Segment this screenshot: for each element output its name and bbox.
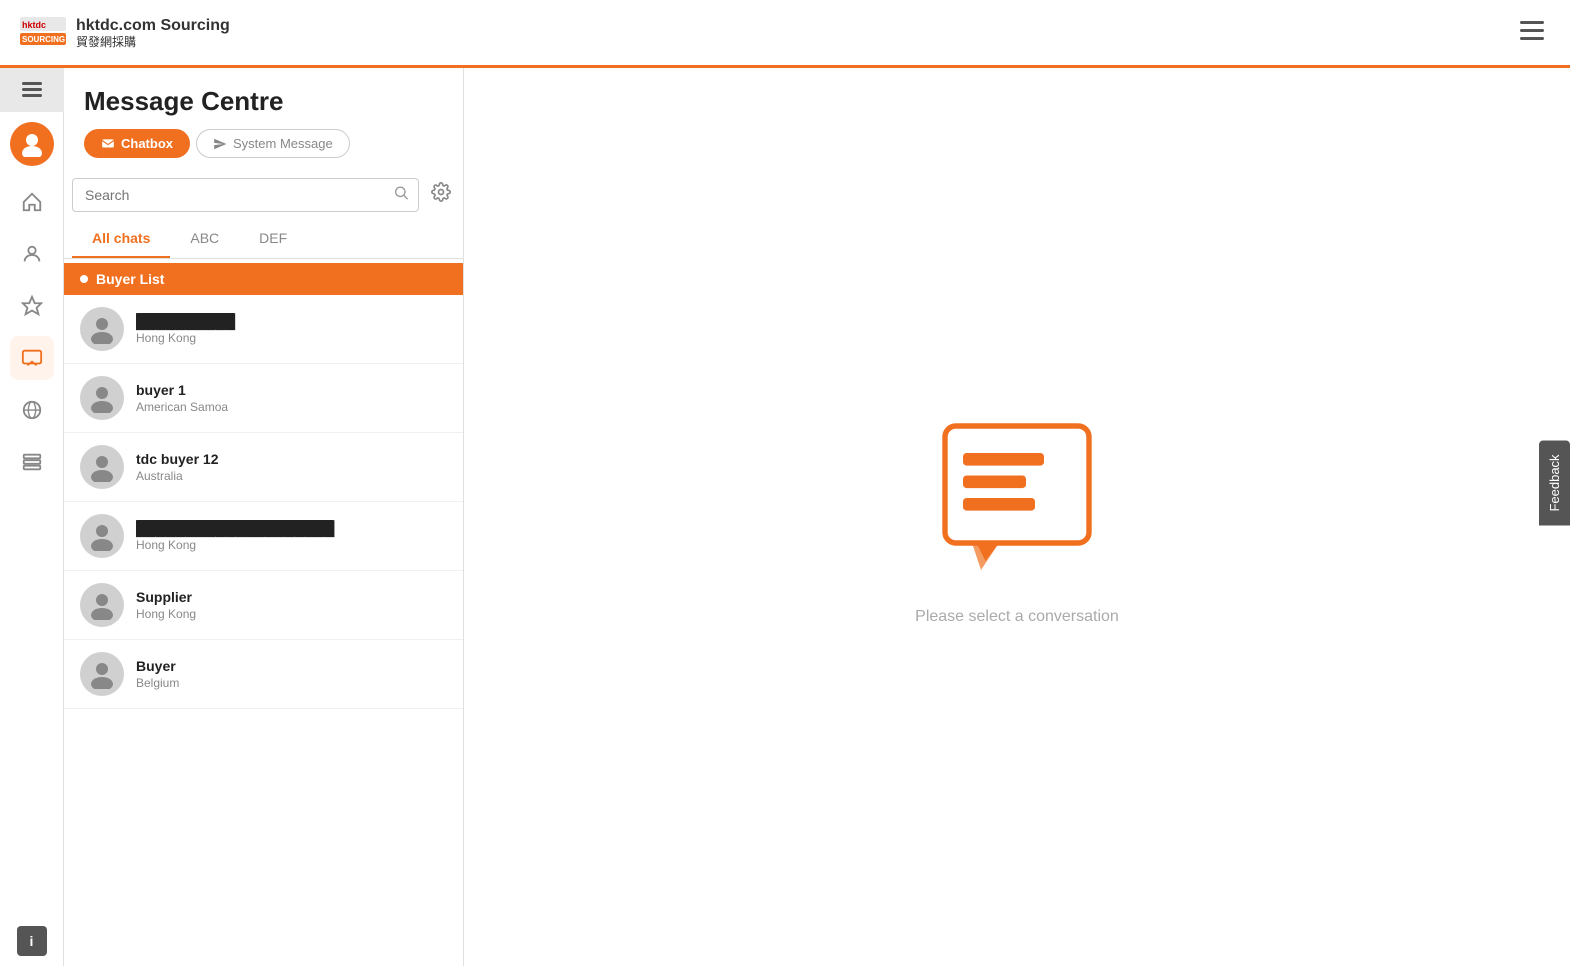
chat-info: Supplier Hong Kong: [136, 589, 447, 621]
logo-icon: hktdc SOURCING: [20, 17, 66, 47]
tab-buttons: Chatbox System Message: [84, 129, 443, 158]
chat-avatar: [80, 376, 124, 420]
chat-name: Buyer: [136, 658, 447, 674]
chat-avatar: [80, 652, 124, 696]
chat-name: Supplier: [136, 589, 447, 605]
chatbox-tab[interactable]: Chatbox: [84, 129, 190, 158]
system-message-tab[interactable]: System Message: [196, 129, 350, 158]
page-title: Message Centre: [84, 86, 443, 117]
chat-list: ██████████ Hong Kong buyer 1: [64, 295, 463, 966]
hktdc-logo: hktdc SOURCING: [20, 17, 66, 47]
chat-name: buyer 1: [136, 382, 447, 398]
globe-icon: [21, 399, 43, 421]
user-icon: [21, 243, 43, 265]
buyer-list-header: Buyer List: [64, 263, 463, 295]
filter-tabs: All chats ABC DEF: [64, 220, 463, 259]
search-input[interactable]: [72, 178, 419, 212]
conversation-area: Please select a conversation: [464, 68, 1570, 966]
user-avatar[interactable]: [10, 122, 54, 166]
nav-star-button[interactable]: [10, 284, 54, 328]
send-icon: [213, 137, 227, 151]
chat-location: Hong Kong: [136, 331, 447, 345]
feedback-tab[interactable]: Feedback: [1539, 440, 1570, 525]
site-sub: 貿發網採購: [76, 35, 230, 49]
chat-location: American Samoa: [136, 400, 447, 414]
avatar-person-icon: [87, 590, 117, 620]
chat-item[interactable]: Supplier Hong Kong: [64, 571, 463, 640]
svg-text:SOURCING: SOURCING: [22, 35, 65, 44]
settings-button[interactable]: [427, 178, 455, 212]
chat-info: buyer 1 American Samoa: [136, 382, 447, 414]
chat-location: Australia: [136, 469, 447, 483]
chat-info: ████████████████████ Hong Kong: [136, 520, 447, 552]
search-icon: [393, 185, 409, 206]
chat-bubble-icon: [927, 408, 1107, 588]
chat-name: tdc buyer 12: [136, 451, 447, 467]
avatar-icon: [19, 131, 45, 157]
nav-message-button[interactable]: [10, 336, 54, 380]
nav-list-button[interactable]: [10, 440, 54, 484]
avatar-person-icon: [87, 314, 117, 344]
logo-text: hktdc.com Sourcing 貿發網採購: [76, 16, 230, 50]
chat-avatar: [80, 583, 124, 627]
search-bar-row: [64, 178, 463, 220]
main-layout: i Message Centre Chatbox: [0, 68, 1570, 966]
chat-item[interactable]: buyer 1 American Samoa: [64, 364, 463, 433]
home-icon: [21, 191, 43, 213]
chat-avatar: [80, 514, 124, 558]
avatar-person-icon: [87, 659, 117, 689]
conversation-placeholder: Please select a conversation: [915, 408, 1119, 626]
avatar-person-icon: [87, 452, 117, 482]
message-icon: [21, 347, 43, 369]
filter-tab-abc[interactable]: ABC: [170, 220, 239, 258]
chat-panel: Message Centre Chatbox: [64, 68, 464, 966]
avatar-person-icon: [87, 383, 117, 413]
logo-area: hktdc SOURCING hktdc.com Sourcing 貿發網採購: [20, 16, 230, 50]
hamburger-icon: [1520, 21, 1544, 41]
avatar-person-icon: [87, 521, 117, 551]
chat-item[interactable]: ████████████████████ Hong Kong: [64, 502, 463, 571]
gear-icon: [431, 182, 451, 202]
chat-info: ██████████ Hong Kong: [136, 313, 447, 345]
site-name: hktdc.com Sourcing: [76, 16, 230, 35]
chat-name: ████████████████████: [136, 520, 447, 536]
nav-globe-button[interactable]: [10, 388, 54, 432]
top-header: hktdc SOURCING hktdc.com Sourcing 貿發網採購: [0, 0, 1570, 68]
conversation-placeholder-text: Please select a conversation: [915, 608, 1119, 626]
chat-item[interactable]: Buyer Belgium: [64, 640, 463, 709]
nav-expand-button[interactable]: [0, 68, 64, 112]
nav-home-button[interactable]: [10, 180, 54, 224]
chat-info: Buyer Belgium: [136, 658, 447, 690]
chat-item[interactable]: ██████████ Hong Kong: [64, 295, 463, 364]
chat-location: Hong Kong: [136, 607, 447, 621]
chat-location: Hong Kong: [136, 538, 447, 552]
list-icon: [21, 451, 43, 473]
nav-user-button[interactable]: [10, 232, 54, 276]
chat-location: Belgium: [136, 676, 447, 690]
hamburger-button[interactable]: [1514, 15, 1550, 50]
chat-name: ██████████: [136, 313, 447, 329]
sidebar-nav: i: [0, 68, 64, 966]
filter-tab-def[interactable]: DEF: [239, 220, 307, 258]
buyer-list-dot: [80, 275, 88, 283]
svg-text:hktdc: hktdc: [22, 20, 46, 30]
chat-panel-header: Message Centre Chatbox: [64, 68, 463, 178]
info-button[interactable]: i: [17, 926, 47, 956]
star-icon: [21, 295, 43, 317]
chat-item[interactable]: tdc buyer 12 Australia: [64, 433, 463, 502]
chat-avatar: [80, 445, 124, 489]
chat-info: tdc buyer 12 Australia: [136, 451, 447, 483]
content-area: Message Centre Chatbox: [64, 68, 1570, 966]
filter-tab-all[interactable]: All chats: [72, 220, 170, 258]
buyer-list-label: Buyer List: [96, 271, 164, 287]
chat-avatar: [80, 307, 124, 351]
search-input-wrap: [72, 178, 419, 212]
envelope-icon: [101, 137, 115, 151]
expand-icon: [22, 82, 42, 98]
